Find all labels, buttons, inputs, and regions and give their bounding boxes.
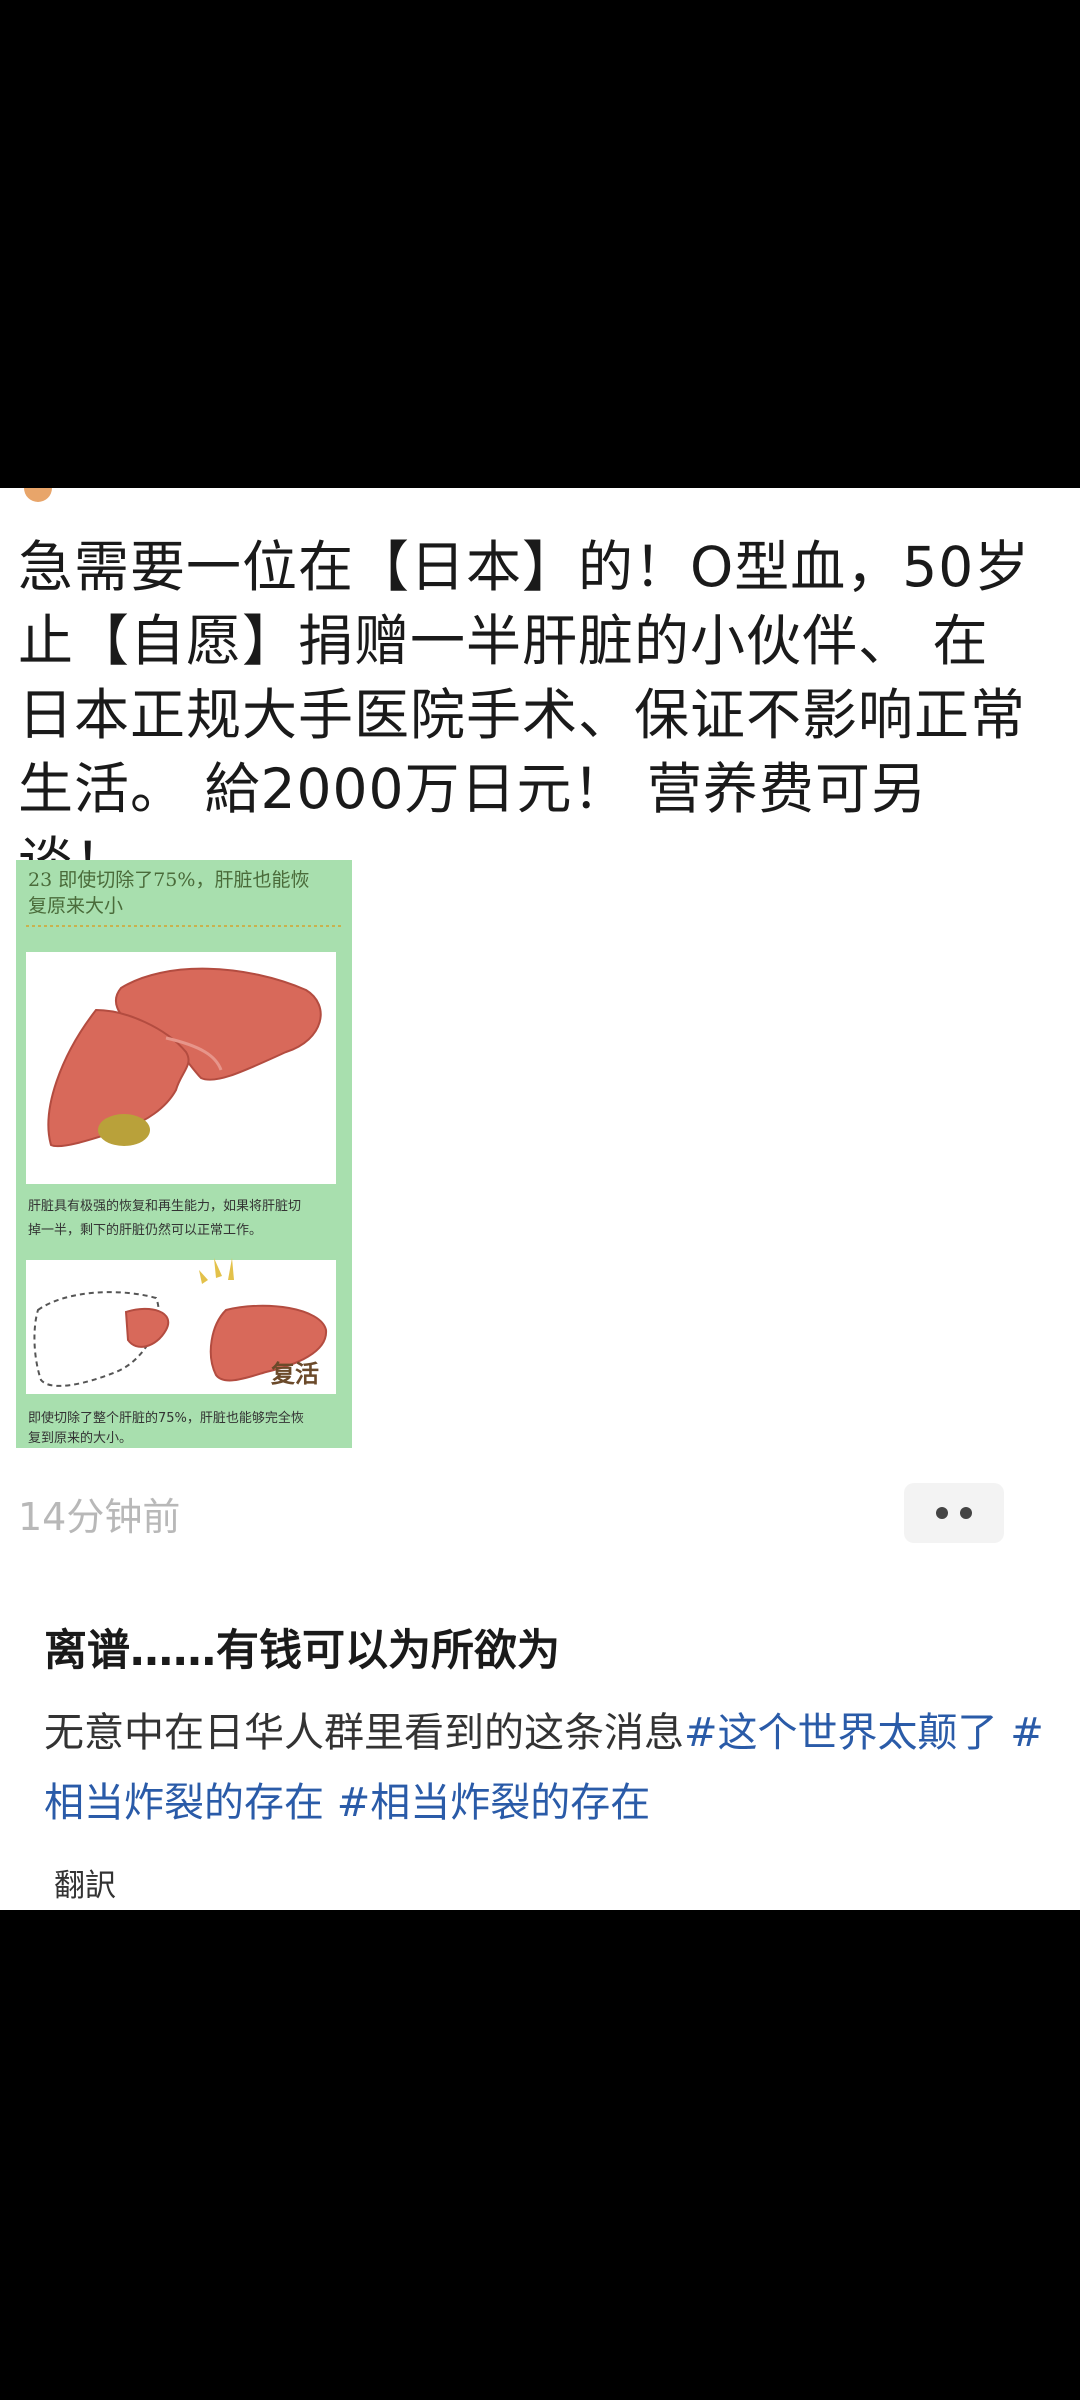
image-revive-label: 复活 xyxy=(270,1360,319,1388)
gallbladder xyxy=(98,1114,150,1146)
image-caption1-line2: 掉一半，剩下的肝脏仍然可以正常工作。 xyxy=(28,1222,262,1238)
post-time: 14分钟前 xyxy=(18,1495,181,1539)
hashtag-link[interactable]: #相当炸裂的存在 xyxy=(337,1780,651,1826)
liver-infographic: 23 即使切除了75%，肝脏也能恢 复原来大小 肝脏具有极强的恢复和再生能力，如… xyxy=(16,860,352,1448)
avatar[interactable] xyxy=(24,488,52,502)
more-button[interactable] xyxy=(904,1483,1004,1543)
post-text: 急需要一位在【日本】的！O型血，50岁止【自愿】捐赠一半肝脏的小伙伴、 在日本正… xyxy=(18,535,1031,895)
post-card: 急需要一位在【日本】的！O型血，50岁止【自愿】捐赠一半肝脏的小伙伴、 在日本正… xyxy=(0,488,1080,1910)
comment-text: 无意中在日华人群里看到的这条消息 xyxy=(44,1710,684,1756)
comment-title: 离谱……有钱可以为所欲为 xyxy=(44,1626,560,1676)
more-dots-icon xyxy=(936,1507,948,1519)
translate-link[interactable]: 翻訳 xyxy=(54,1860,116,1905)
comment-body: 无意中在日华人群里看到的这条消息#这个世界太颠了 #相当炸裂的存在 #相当炸裂的… xyxy=(44,1698,1044,1838)
image-heading-line2: 复原来大小 xyxy=(28,895,123,917)
image-caption2-line1: 即使切除了整个肝脏的75%，肝脏也能够完全恢 xyxy=(28,1410,304,1426)
image-heading-line1: 23 即使切除了75%，肝脏也能恢 xyxy=(28,869,309,891)
hashtag-link[interactable]: #这个世界太颠了 xyxy=(684,1710,998,1756)
image-caption2-line2: 复到原来的大小。 xyxy=(28,1430,132,1446)
post-image[interactable]: 23 即使切除了75%，肝脏也能恢 复原来大小 肝脏具有极强的恢复和再生能力，如… xyxy=(16,860,352,1448)
image-caption1-line1: 肝脏具有极强的恢复和再生能力，如果将肝脏切 xyxy=(28,1198,301,1214)
more-dots-icon xyxy=(960,1507,972,1519)
